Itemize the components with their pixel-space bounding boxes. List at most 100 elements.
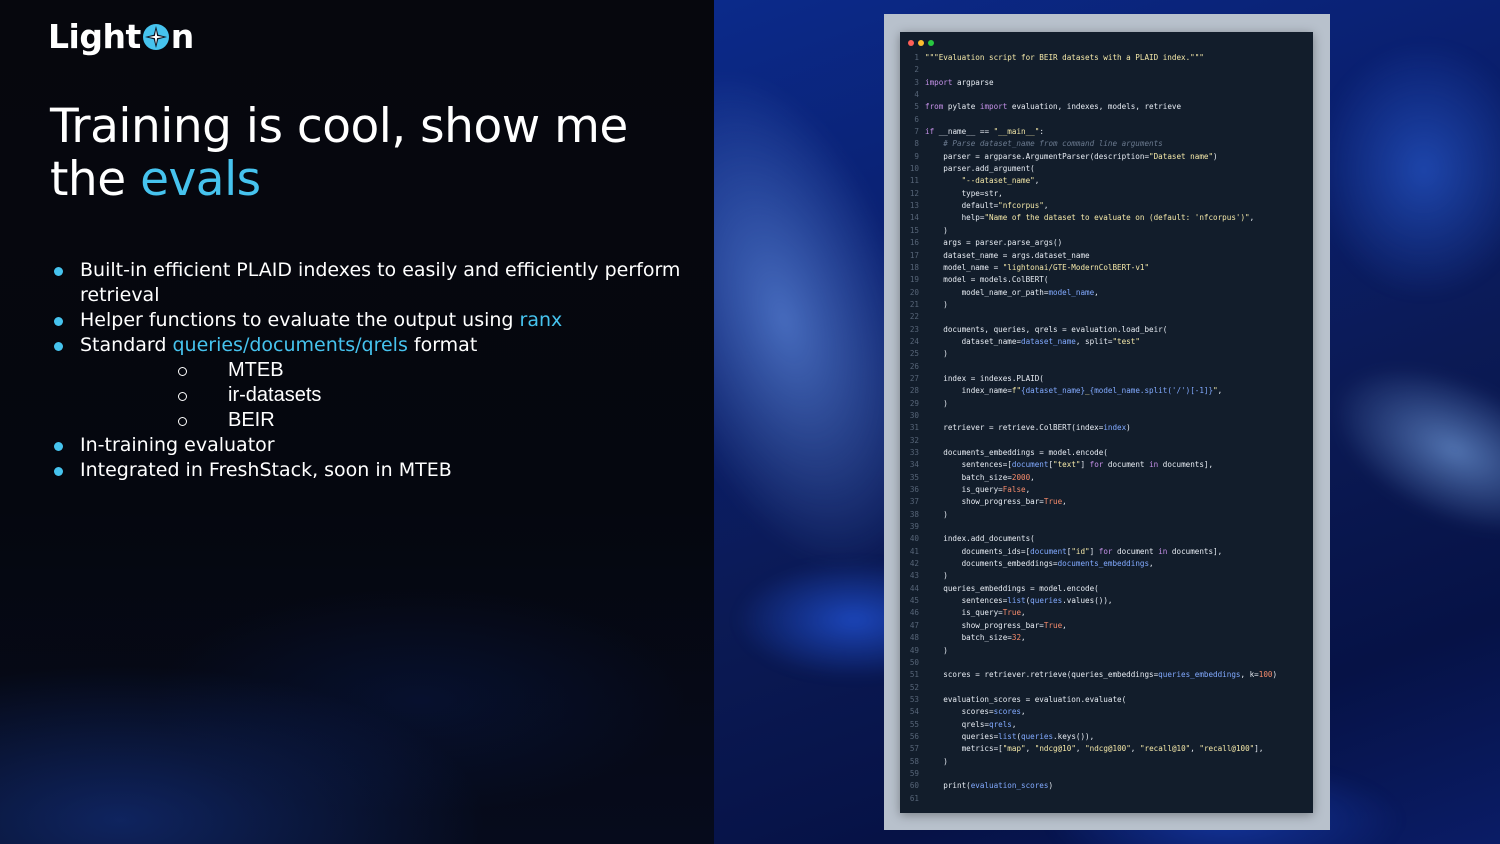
line-number: 39 xyxy=(909,522,919,532)
line-number: 31 xyxy=(909,423,919,433)
code-line: 59 xyxy=(900,768,1313,780)
code-token: documents], xyxy=(1158,460,1214,470)
light-streak xyxy=(1314,40,1500,300)
minimize-dot-icon xyxy=(918,40,924,46)
code-line: 43 ) xyxy=(900,570,1313,582)
line-number: 56 xyxy=(909,731,919,741)
code-line: 2 xyxy=(900,64,1313,76)
code-token: 32 xyxy=(1011,633,1022,643)
code-line: 29 ) xyxy=(900,398,1313,410)
code-line: 44 queries_embeddings = model.encode( xyxy=(900,583,1313,595)
code-window: 1 """Evaluation script for BEIR datasets … xyxy=(900,32,1313,813)
line-number: 21 xyxy=(909,299,919,309)
code-token: import xyxy=(979,102,1008,112)
code-line: 58 ) xyxy=(900,756,1313,768)
code-token: , xyxy=(1062,620,1067,630)
code-token: __name__ == xyxy=(934,127,994,137)
line-content: ) xyxy=(925,756,948,768)
sub-bullet-list: MTEB ir-datasets BEIR xyxy=(80,358,692,433)
code-line: 33 documents_embeddings = model.encode( xyxy=(900,447,1313,459)
code-token: 2000 xyxy=(1011,472,1031,482)
code-token: : xyxy=(1039,127,1044,137)
code-token: if xyxy=(925,127,935,137)
code-token: queries_embeddings xyxy=(1158,670,1241,680)
line-content: parser.add_argument( xyxy=(925,163,1034,175)
code-token: evaluation_scores = evaluation.evaluate( xyxy=(925,694,1127,704)
line-content: queries_embeddings = model.encode( xyxy=(925,583,1098,595)
code-token: evaluation, indexes, models, retrieve xyxy=(1007,102,1182,112)
code-line: 23 documents, queries, qrels = evaluatio… xyxy=(900,324,1313,336)
line-content: documents, queries, qrels = evaluation.l… xyxy=(925,324,1167,336)
code-token: , xyxy=(1021,707,1026,717)
code-block: 1 """Evaluation script for BEIR datasets … xyxy=(900,52,1313,805)
code-token: , xyxy=(1034,176,1040,186)
code-token: , xyxy=(1062,497,1067,507)
line-number: 52 xyxy=(909,682,919,692)
code-line: 13 default="nfcorpus", xyxy=(900,200,1313,212)
code-token: scores= xyxy=(925,707,994,717)
code-token: "map" xyxy=(1002,744,1026,754)
code-token: ] xyxy=(1089,546,1099,556)
code-line: 26 xyxy=(900,361,1313,373)
code-token: "ndcg@10" xyxy=(1034,744,1076,754)
line-number: 42 xyxy=(909,559,919,569)
code-token: batch_size= xyxy=(925,633,1012,643)
line-number: 18 xyxy=(909,262,919,272)
line-number: 47 xyxy=(909,620,919,630)
line-number: 43 xyxy=(909,571,919,581)
line-number: 29 xyxy=(909,398,919,408)
code-token: documents_embeddings= xyxy=(925,559,1058,569)
ranx-link[interactable]: ranx xyxy=(520,309,563,331)
code-token: , xyxy=(1217,386,1223,396)
code-token: ] xyxy=(1080,460,1090,470)
bullet-dot-icon xyxy=(54,317,63,326)
bullet-item: In-training evaluator xyxy=(52,433,692,458)
sub-bullet-text: BEIR xyxy=(228,409,275,431)
code-token: ) xyxy=(925,509,948,519)
line-number: 49 xyxy=(909,645,919,655)
code-token: is_query= xyxy=(925,608,1003,618)
format-link[interactable]: queries/documents/qrels xyxy=(172,334,407,356)
code-token: qrels= xyxy=(925,719,990,729)
line-number: 44 xyxy=(909,583,919,593)
line-number: 9 xyxy=(914,151,919,161)
code-token: "ndcg@100" xyxy=(1085,744,1131,754)
window-controls xyxy=(908,40,934,46)
code-token: , xyxy=(1011,719,1017,729)
code-token: ) xyxy=(1272,670,1278,680)
line-number: 5 xyxy=(914,102,919,112)
code-line: 11 "--dataset_name", xyxy=(900,175,1313,187)
line-number: 48 xyxy=(909,633,919,643)
line-number: 20 xyxy=(909,287,919,297)
line-content: documents_embeddings=documents_embedding… xyxy=(925,558,1154,570)
line-content: ) xyxy=(925,509,948,521)
code-line: 27 index = indexes.PLAID( xyxy=(900,373,1313,385)
code-line: 31 retriever = retrieve.ColBERT(index=in… xyxy=(900,422,1313,434)
line-number: 10 xyxy=(909,164,919,174)
line-number: 60 xyxy=(909,781,919,791)
code-token: pylate xyxy=(943,102,980,112)
code-token: ) xyxy=(1048,781,1054,791)
code-line: 4 xyxy=(900,89,1313,101)
code-line: 34 sentences=[document["text"] for docum… xyxy=(900,459,1313,471)
code-token: scores xyxy=(993,707,1022,717)
code-token: queries= xyxy=(925,731,999,741)
code-line: 21 ) xyxy=(900,299,1313,311)
code-token: show_progress_bar= xyxy=(925,497,1044,507)
line-content: batch_size=32, xyxy=(925,632,1026,644)
code-token: list xyxy=(998,731,1017,741)
code-token: , split= xyxy=(1075,336,1113,346)
code-token: index xyxy=(1103,423,1127,433)
line-content: evaluation_scores = evaluation.evaluate( xyxy=(925,694,1126,706)
code-token: .keys()), xyxy=(1053,731,1095,741)
code-token: , xyxy=(1043,201,1049,211)
code-line: 1 """Evaluation script for BEIR datasets … xyxy=(900,52,1313,64)
bullet-text: Built-in efficient PLAID indexes to easi… xyxy=(80,259,681,306)
line-content: show_progress_bar=True, xyxy=(925,620,1067,632)
code-token: in xyxy=(1149,460,1159,470)
bullet-text: Standard xyxy=(80,334,173,356)
line-number: 7 xyxy=(914,127,919,137)
lighton-logo: Light n xyxy=(48,14,194,58)
code-token: evaluation_scores xyxy=(970,781,1049,791)
line-content: queries=list(queries.keys()), xyxy=(925,731,1095,743)
